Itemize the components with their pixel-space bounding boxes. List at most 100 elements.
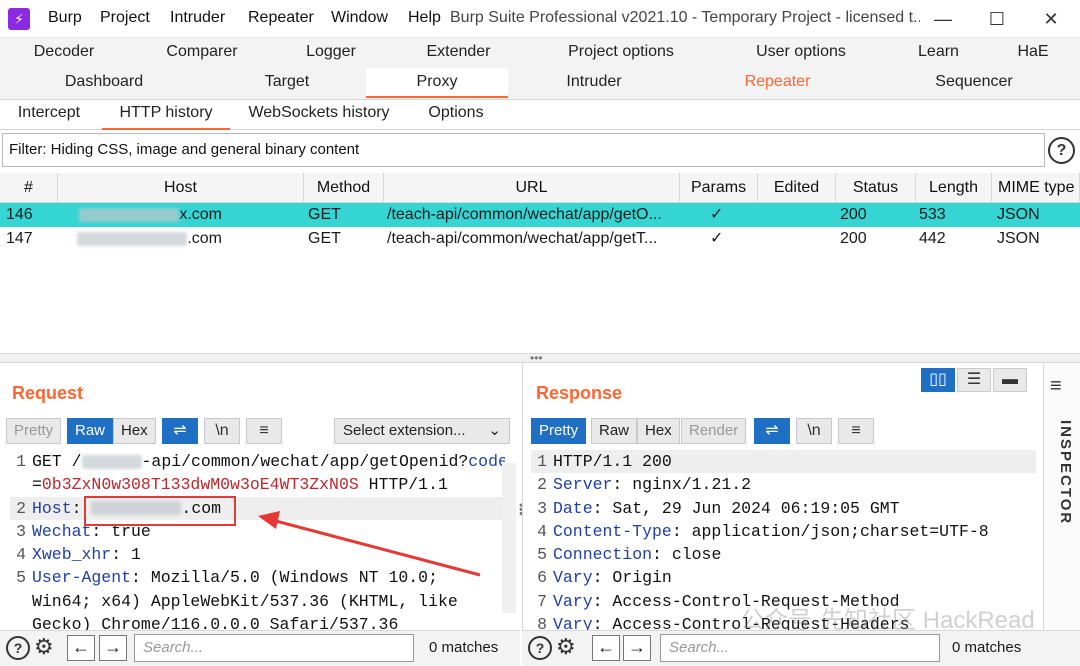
forward-arrow-icon[interactable]: → <box>99 635 127 661</box>
filter-bar[interactable]: Filter: Hiding CSS, image and general bi… <box>2 133 1045 167</box>
menu-repeater[interactable]: Repeater <box>248 9 314 27</box>
split-horizontal-icon[interactable]: ▯▯ <box>921 368 955 392</box>
row-method: GET <box>308 230 341 247</box>
raw-button[interactable]: Raw <box>591 418 638 444</box>
split-vertical-icon[interactable]: ☰ <box>957 368 991 392</box>
code-token: : Sat, 29 Jun 2024 06:19:05 GMT <box>592 498 900 518</box>
forward-arrow-icon[interactable]: → <box>623 635 651 661</box>
tab-websockets-history[interactable]: WebSockets history <box>236 100 402 130</box>
column-header[interactable]: Host <box>58 173 304 203</box>
tab-dashboard[interactable]: Dashboard <box>0 68 208 98</box>
redacted-blur <box>77 231 188 246</box>
history-table: # Host Method URL Params Edited Status L… <box>0 173 1080 353</box>
line-number: 6 <box>537 568 547 588</box>
single-pane-icon[interactable]: ▬ <box>993 368 1027 392</box>
column-header[interactable]: Method <box>304 173 384 203</box>
code-line: Win64; x64) AppleWebKit/537.36 (KHTML, l… <box>10 590 505 613</box>
tab-intercept[interactable]: Intercept <box>0 100 98 130</box>
newline-icon[interactable]: \n <box>204 418 240 444</box>
gear-icon[interactable]: ⚙ <box>556 634 576 660</box>
search-input[interactable]: Search... <box>134 634 414 662</box>
menu-window[interactable]: Window <box>331 9 388 27</box>
row-host: .com <box>62 227 222 251</box>
tab-http-history[interactable]: HTTP history <box>102 100 230 130</box>
watermark: 公众号·先知社区 HackRead <box>740 607 1035 634</box>
help-icon[interactable]: ? <box>1048 137 1075 164</box>
table-row[interactable]: 146 x.com GET /teach-api/common/wechat/a… <box>0 203 1080 227</box>
tab-intruder[interactable]: Intruder <box>508 68 680 98</box>
select-extension-dropdown[interactable]: Select extension... ⌄ <box>334 418 510 444</box>
wrap-icon[interactable]: ⇌ <box>754 418 790 444</box>
code-token: GET / <box>32 452 82 471</box>
code-token: : close <box>652 545 722 565</box>
search-input[interactable]: Search... <box>660 634 940 662</box>
tab-repeater[interactable]: Repeater <box>680 68 875 98</box>
pretty-button[interactable]: Pretty <box>531 418 587 444</box>
code-token: code <box>468 452 505 471</box>
menu-intruder[interactable]: Intruder <box>170 9 225 27</box>
menu-help[interactable]: Help <box>408 9 441 27</box>
hex-button[interactable]: Hex <box>113 418 156 444</box>
column-header[interactable]: Params <box>680 173 758 203</box>
host-text: .com <box>187 230 222 247</box>
tool-tabs: Decoder Comparer Logger Extender Project… <box>0 38 1080 100</box>
line-number: 5 <box>537 545 547 565</box>
tab-logger[interactable]: Logger <box>276 38 386 68</box>
tab-target[interactable]: Target <box>208 68 366 98</box>
render-button[interactable]: Render <box>681 418 747 444</box>
newline-icon[interactable]: \n <box>796 418 832 444</box>
code-token: HTTP/1.1 200 <box>553 452 672 471</box>
hex-button[interactable]: Hex <box>637 418 680 444</box>
request-title: Request <box>12 383 84 403</box>
tab-comparer[interactable]: Comparer <box>128 38 276 68</box>
column-header[interactable]: URL <box>384 173 680 203</box>
tab-hae[interactable]: HaE <box>986 38 1080 68</box>
proxy-tabs: Intercept HTTP history WebSockets histor… <box>0 100 1080 130</box>
code-token: Server <box>553 475 613 495</box>
column-header[interactable]: Status <box>836 173 916 203</box>
table-row[interactable]: 147 .com GET /teach-api/common/wechat/ap… <box>0 227 1080 251</box>
row-status: 200 <box>840 230 867 247</box>
tab-project-options[interactable]: Project options <box>531 38 711 68</box>
code-line: =0b3ZxN0w308T133dwM0w3oE4WT3ZxN0S HTTP/1… <box>10 473 505 496</box>
row-length: 533 <box>919 206 946 223</box>
code-token: Win64; x64) AppleWebKit/537.36 (KHTML, l… <box>32 591 458 611</box>
response-panel: Response Pretty Raw Hex Render ⇌ \n ≡ ▯▯… <box>522 363 1043 630</box>
back-arrow-icon[interactable]: ← <box>67 635 95 661</box>
code-line: 1 HTTP/1.1 200 <box>531 450 1036 474</box>
help-icon[interactable]: ? <box>528 636 552 660</box>
pretty-button[interactable]: Pretty <box>6 418 62 444</box>
inspector-label[interactable]: INSPECTOR <box>1050 420 1074 530</box>
menu-burp[interactable]: Burp <box>48 9 82 27</box>
line-number: 7 <box>537 591 547 611</box>
hamburger-icon[interactable]: ≡ <box>1050 375 1062 398</box>
code-token: : Origin <box>592 568 672 588</box>
tab-decoder[interactable]: Decoder <box>0 38 128 68</box>
wrap-icon[interactable]: ⇌ <box>162 418 198 444</box>
menu-icon[interactable]: ≡ <box>838 418 874 444</box>
minimize-icon[interactable]: — <box>928 7 958 31</box>
row-number: 146 <box>6 206 33 223</box>
row-number: 147 <box>6 230 33 247</box>
column-header[interactable]: MIME type <box>992 173 1080 203</box>
column-header[interactable]: Length <box>916 173 992 203</box>
gear-icon[interactable]: ⚙ <box>34 634 54 660</box>
raw-button[interactable]: Raw <box>67 418 114 444</box>
tab-proxy[interactable]: Proxy <box>366 68 508 98</box>
back-arrow-icon[interactable]: ← <box>592 635 620 661</box>
column-header[interactable]: Edited <box>758 173 836 203</box>
close-icon[interactable]: ✕ <box>1036 7 1066 31</box>
request-panel: Request Pretty Raw Hex ⇌ \n ≡ Select ext… <box>0 363 528 630</box>
help-icon[interactable]: ? <box>6 636 30 660</box>
menu-project[interactable]: Project <box>100 9 150 27</box>
tab-learn[interactable]: Learn <box>891 38 986 68</box>
menu-icon[interactable]: ≡ <box>246 418 282 444</box>
tab-sequencer[interactable]: Sequencer <box>875 68 1073 98</box>
tab-user-options[interactable]: User options <box>711 38 891 68</box>
column-header[interactable]: # <box>0 173 58 203</box>
maximize-icon[interactable]: ☐ <box>982 7 1012 31</box>
tab-extender[interactable]: Extender <box>386 38 531 68</box>
tab-options[interactable]: Options <box>408 100 504 130</box>
request-scrollbar[interactable] <box>502 463 516 613</box>
pane-splitter[interactable]: ••• <box>0 351 1080 365</box>
